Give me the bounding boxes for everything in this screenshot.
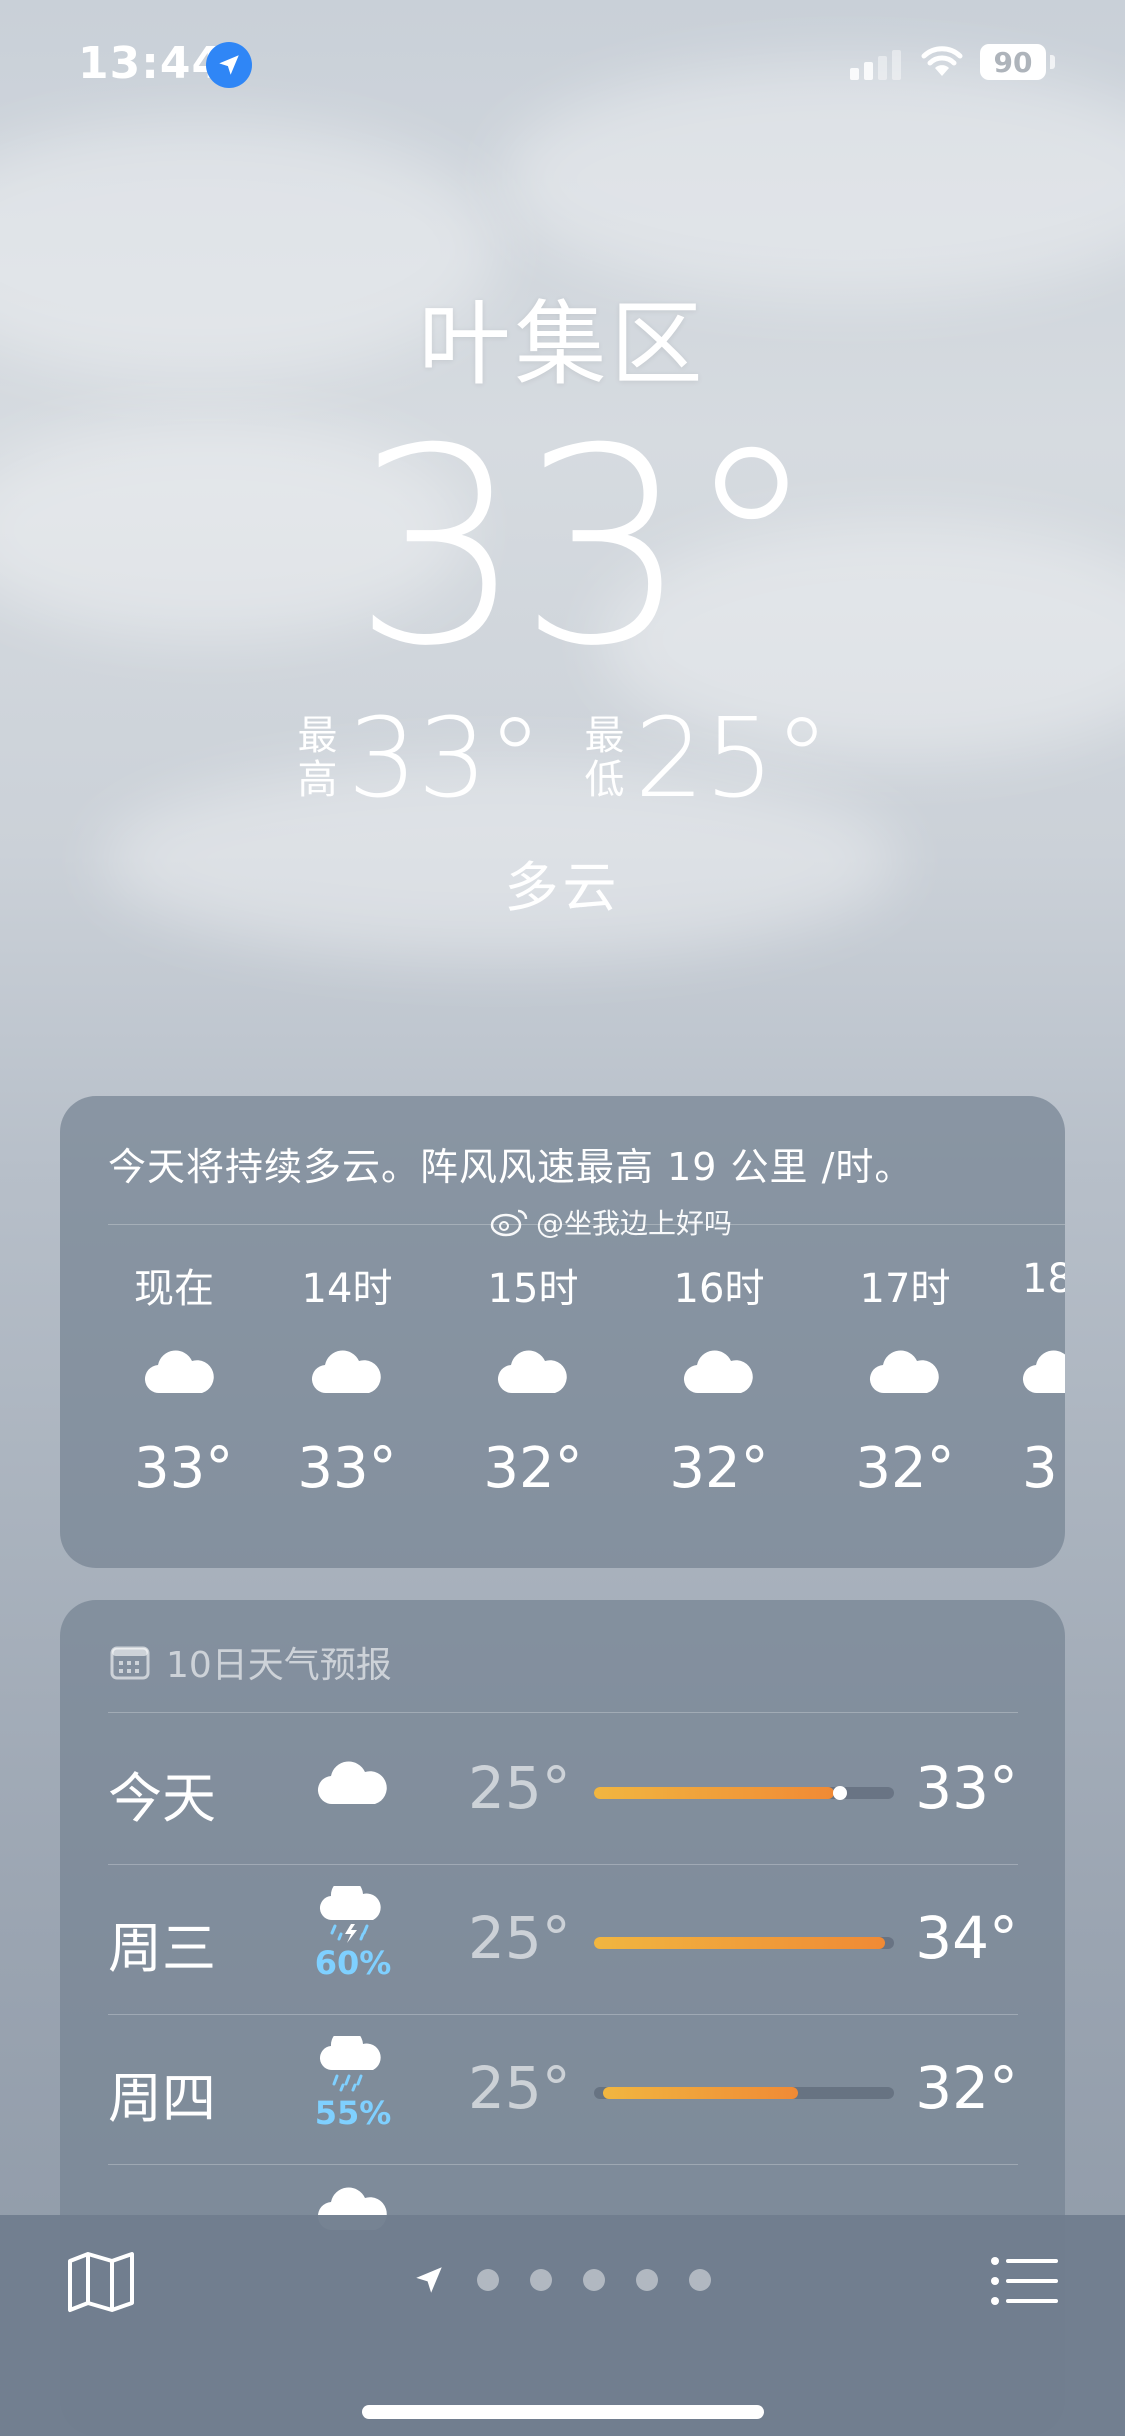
divider <box>108 1712 1018 1713</box>
temp-range-fill <box>603 2087 798 2099</box>
high-temp: 33° <box>347 694 543 822</box>
weibo-icon <box>490 1209 528 1237</box>
page-dot[interactable] <box>530 2269 552 2291</box>
calendar-icon <box>110 1646 150 1680</box>
hour-item: 现在 33° <box>124 1256 254 1501</box>
low-label: 最低 <box>584 713 625 803</box>
hour-item: 18 3 <box>998 1256 1065 1501</box>
home-indicator[interactable] <box>362 2405 764 2419</box>
wifi-icon <box>921 46 963 76</box>
location-arrow-icon[interactable] <box>412 2263 446 2297</box>
cloud-icon <box>1022 1316 1065 1426</box>
current-weather: 叶集区 33° 最高 33° 最低 25° 多云 <box>0 270 1125 922</box>
daily-row[interactable]: 今天 25° 33° <box>108 1714 1018 1864</box>
current-temp-dot <box>833 1786 847 1800</box>
daily-row[interactable]: 周四 55% 25° 32° <box>108 2014 1018 2164</box>
page-dot[interactable] <box>689 2269 711 2291</box>
low-temp: 25° <box>468 1754 571 1822</box>
thunderstorm-rain-icon: 60% <box>298 1878 408 1982</box>
cloud-icon <box>812 1316 998 1426</box>
hour-label: 17时 <box>859 1266 951 1312</box>
day-label: 周三 <box>108 1917 216 1980</box>
hour-label: 16时 <box>673 1266 765 1312</box>
bottom-toolbar <box>0 2215 1125 2436</box>
condition-text: 多云 <box>504 856 621 919</box>
hourly-forecast-card[interactable]: 今天将持续多云。阵风风速最高 19 公里 /时。 @坐我边上好吗 现在 33° … <box>60 1096 1065 1568</box>
high-temp-group: 最高 33° <box>296 703 543 813</box>
hour-item: 14时 33° <box>254 1256 440 1501</box>
temp-range-bar <box>594 2087 894 2099</box>
low-temp: 25° <box>634 694 830 822</box>
page-dot[interactable] <box>477 2269 499 2291</box>
page-dot[interactable] <box>583 2269 605 2291</box>
high-temp: 32° <box>915 2054 1018 2122</box>
temp-range-bar <box>594 1937 894 1949</box>
low-temp-group: 最低 25° <box>583 703 830 813</box>
daily-title: 10日天气预报 <box>166 1645 392 1686</box>
cloud-icon <box>440 1316 626 1426</box>
precip-chance: 55% <box>314 2094 392 2132</box>
cloud-icon <box>254 1316 440 1426</box>
cloud-icon <box>134 1316 254 1426</box>
hour-item: 15时 32° <box>440 1256 626 1501</box>
high-temp: 33° <box>915 1754 1018 1822</box>
hour-temp: 32° <box>483 1436 583 1501</box>
day-label: 周四 <box>108 2067 216 2130</box>
battery-tip <box>1050 55 1055 69</box>
page-indicator[interactable] <box>412 2263 711 2297</box>
hour-label: 现在 <box>134 1266 214 1312</box>
cellular-signal-icon <box>850 48 901 80</box>
high-temp: 34° <box>915 1904 1018 1972</box>
current-temperature: 33° <box>352 390 819 705</box>
hour-temp: 32° <box>855 1436 955 1501</box>
low-temp: 25° <box>468 2054 571 2122</box>
high-low: 最高 33° 最低 25° <box>0 703 1125 813</box>
temp-range-fill <box>594 1937 885 1949</box>
status-time: 13:44 <box>78 38 224 89</box>
hour-label: 18 <box>1022 1256 1065 1302</box>
temp-range-fill <box>594 1787 834 1799</box>
hour-label: 14时 <box>301 1266 393 1312</box>
status-bar: 13:44 90 <box>0 0 1125 130</box>
hour-temp: 33° <box>134 1436 234 1501</box>
battery-indicator: 90 <box>980 44 1046 80</box>
daily-header: 10日天气预报 <box>110 1636 392 1688</box>
location-services-icon <box>206 42 252 88</box>
watermark: @坐我边上好吗 <box>490 1202 732 1242</box>
city-name: 叶集区 <box>418 291 707 398</box>
hour-temp: 32° <box>669 1436 769 1501</box>
day-label: 今天 <box>108 1767 216 1830</box>
cloud-icon <box>298 1758 408 1810</box>
hour-item: 17时 32° <box>812 1256 998 1501</box>
forecast-summary: 今天将持续多云。阵风风速最高 19 公里 /时。 <box>108 1145 914 1189</box>
page-dot[interactable] <box>636 2269 658 2291</box>
hour-label: 15时 <box>487 1266 579 1312</box>
hour-temp: 3 <box>1022 1436 1058 1501</box>
watermark-text: @坐我边上好吗 <box>536 1207 733 1240</box>
rain-icon: 55% <box>298 2028 408 2132</box>
hour-temp: 33° <box>297 1436 397 1501</box>
hourly-list[interactable]: 现在 33° 14时 33° 15时 32° 16时 32° 17时 32° 1… <box>60 1256 1065 1501</box>
daily-row[interactable]: 周三 60% 25° 34° <box>108 1864 1018 2014</box>
map-icon[interactable] <box>66 2251 136 2313</box>
cloud-icon <box>626 1316 812 1426</box>
temp-range-bar <box>594 1786 894 1800</box>
hour-item: 16时 32° <box>626 1256 812 1501</box>
high-label: 最高 <box>297 713 338 803</box>
low-temp: 25° <box>468 1904 571 1972</box>
precip-chance: 60% <box>314 1944 392 1982</box>
list-icon[interactable] <box>990 2255 1060 2307</box>
